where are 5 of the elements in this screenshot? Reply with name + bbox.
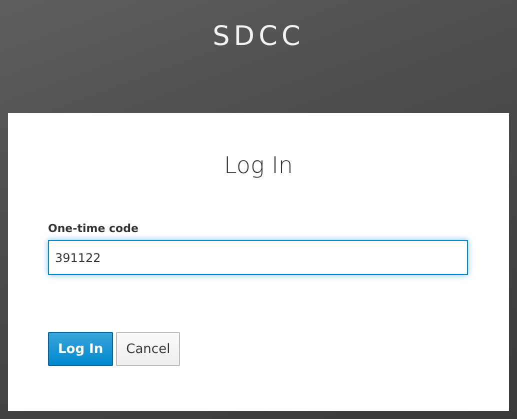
code-input-field[interactable]: 391122 xyxy=(48,240,468,275)
field-label: One-time code xyxy=(48,222,138,236)
brand-title: SDCC xyxy=(212,20,304,54)
login-heading: Log In xyxy=(224,152,293,181)
cancel-button[interactable]: Cancel xyxy=(116,332,180,366)
